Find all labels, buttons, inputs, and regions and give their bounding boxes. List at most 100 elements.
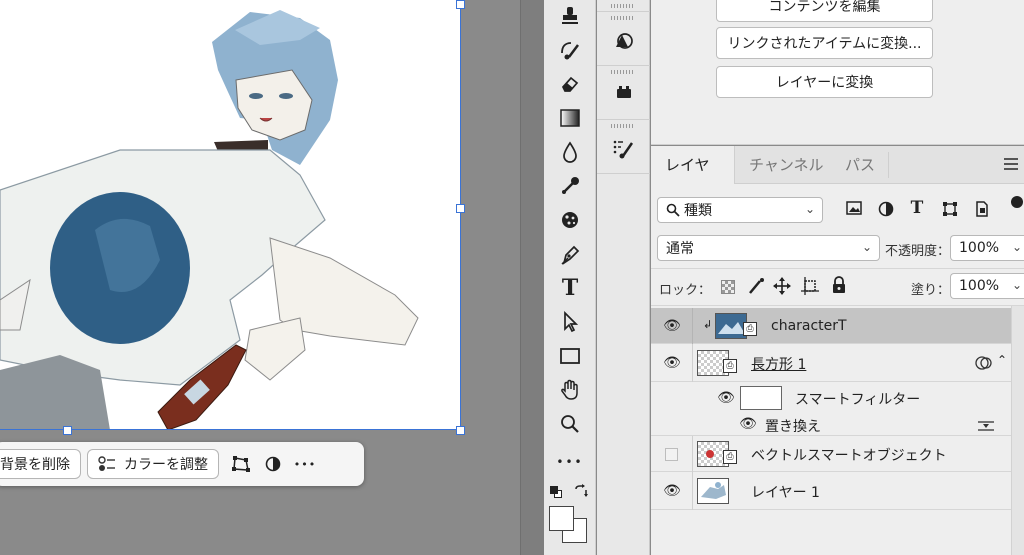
chevron-down-icon: ⌄: [1011, 278, 1022, 292]
lock-transparent-icon[interactable]: [721, 280, 735, 294]
fill-input[interactable]: 100% ⌄: [950, 273, 1024, 299]
fill-label: 塗り：: [911, 283, 951, 298]
libraries-panel-button[interactable]: [597, 66, 650, 120]
edit-toolbar-button[interactable]: •••: [554, 448, 586, 476]
filter-kind-select[interactable]: 種類 ⌄: [657, 197, 823, 223]
panel-grip[interactable]: [611, 16, 635, 20]
more-options-button[interactable]: •••: [289, 449, 321, 479]
dodge-tool-icon[interactable]: [554, 172, 586, 200]
panel-grip[interactable]: [611, 4, 635, 8]
filter-shape-icon[interactable]: [939, 201, 961, 221]
sponge-tool-icon[interactable]: [554, 206, 586, 234]
smart-filter-label[interactable]: スマートフィルター: [795, 389, 920, 409]
layer-thumbnail: [697, 478, 729, 504]
adjust-color-icon: [98, 456, 115, 471]
filter-adjustment-icon[interactable]: [875, 201, 897, 221]
pen-tool-icon[interactable]: [554, 240, 586, 268]
brush-settings-panel-button[interactable]: [597, 120, 650, 174]
layer-name[interactable]: ベクトルスマートオブジェクト: [751, 445, 947, 465]
transform-handle-top-right[interactable]: [456, 0, 465, 9]
path-selection-tool-icon[interactable]: [554, 308, 586, 336]
shapes-panel-button[interactable]: [597, 12, 650, 66]
convert-to-linked-button[interactable]: リンクされたアイテムに変換...: [716, 27, 933, 59]
chevron-up-icon[interactable]: ⌃: [997, 353, 1007, 367]
convert-to-layers-button[interactable]: レイヤーに変換: [716, 66, 933, 98]
tab-layers[interactable]: レイヤー: [651, 146, 735, 212]
fill-value: 100%: [959, 278, 1000, 294]
panel-grip[interactable]: [611, 70, 635, 74]
smart-filters-row[interactable]: 👁 スマートフィルター: [651, 382, 1011, 414]
layer-name[interactable]: レイヤー 1: [751, 482, 820, 502]
filter-pixel-icon[interactable]: [843, 201, 865, 219]
swap-colors-icon[interactable]: [574, 484, 588, 502]
zoom-tool-icon[interactable]: [554, 410, 586, 438]
canvas-area[interactable]: 背景を削除 カラーを調整 •••: [0, 0, 520, 555]
layer-name[interactable]: 長方形 1: [751, 354, 806, 374]
adjust-color-button[interactable]: カラーを調整: [87, 449, 219, 479]
tab-channels[interactable]: チャンネル: [735, 146, 838, 184]
visibility-eye-icon[interactable]: 👁: [717, 390, 735, 406]
lock-artboard-icon[interactable]: [801, 277, 819, 299]
lock-image-icon[interactable]: [747, 277, 765, 299]
layers-scrollbar[interactable]: [1011, 306, 1024, 555]
type-tool-icon[interactable]: T: [554, 274, 586, 302]
panel-grip[interactable]: [611, 124, 635, 128]
visibility-eye-icon[interactable]: 👁: [663, 483, 681, 499]
edit-contents-button[interactable]: コンテンツを編集: [716, 0, 933, 22]
opacity-label: 不透明度：: [885, 244, 951, 259]
filter-kind-value: 種類: [684, 203, 712, 219]
edit-toolbar-label: •••: [556, 455, 584, 469]
tools-bar: T •••: [544, 0, 596, 555]
layer-row-layer-1[interactable]: 👁 レイヤー 1: [651, 472, 1011, 510]
lock-position-icon[interactable]: [773, 277, 791, 299]
chevron-down-icon: ⌄: [804, 202, 815, 216]
transform-handle-bottom-middle[interactable]: [63, 426, 72, 435]
tab-paths-label: パス: [845, 156, 876, 174]
properties-panel: コンテンツを編集 リンクされたアイテムに変換... レイヤーに変換: [651, 0, 1024, 145]
remove-background-button[interactable]: 背景を削除: [0, 449, 81, 479]
filter-type-icon[interactable]: T: [906, 198, 928, 218]
search-icon: [666, 203, 680, 217]
collapsed-panels-column: [597, 0, 650, 555]
smart-object-badge-icon: ⎙: [723, 450, 737, 464]
brush-settings-icon: [597, 138, 650, 165]
visibility-toggle-off[interactable]: [665, 448, 678, 461]
stamp-tool-icon[interactable]: [554, 2, 586, 30]
blend-mode-value: 通常: [666, 241, 694, 257]
lock-label: ロック：: [659, 283, 712, 298]
visibility-eye-icon[interactable]: 👁: [663, 355, 681, 371]
transform-handle-bottom-right[interactable]: [456, 426, 465, 435]
foreground-color-swatch[interactable]: [549, 506, 574, 531]
rectangle-tool-icon[interactable]: [554, 342, 586, 370]
visibility-eye-icon[interactable]: 👁: [739, 416, 757, 432]
blend-mode-select[interactable]: 通常 ⌄: [657, 235, 880, 261]
opacity-input[interactable]: 100% ⌄: [950, 235, 1024, 261]
eraser-tool-icon[interactable]: [554, 70, 586, 98]
panel-menu-icon[interactable]: [1004, 158, 1018, 170]
displace-filter-row[interactable]: 👁 置き換え: [651, 414, 1011, 436]
transform-path-icon[interactable]: [225, 449, 257, 479]
row-divider: [692, 344, 693, 382]
adjustment-circle-icon[interactable]: [257, 449, 289, 479]
blending-options-icon[interactable]: [978, 420, 994, 432]
hand-tool-icon[interactable]: [554, 376, 586, 404]
chevron-down-icon: ⌄: [1011, 240, 1022, 254]
layer-row-vector-smart-object[interactable]: ⎙ ベクトルスマートオブジェクト: [651, 436, 1011, 472]
visibility-eye-icon[interactable]: 👁: [663, 318, 681, 334]
layer-row-rectangle[interactable]: 👁 ⎙ 長方形 1 ⌃: [651, 344, 1011, 382]
default-colors-icon[interactable]: [550, 486, 562, 498]
artboard[interactable]: [0, 0, 461, 430]
blur-tool-icon[interactable]: [554, 138, 586, 166]
layer-name[interactable]: characterT: [771, 318, 847, 334]
lock-all-icon[interactable]: [831, 276, 847, 298]
filter-name[interactable]: 置き換え: [765, 416, 821, 436]
smart-filter-indicator-icon[interactable]: [975, 355, 993, 371]
layer-row-charactert[interactable]: 👁 ↲ ⎙ characterT: [651, 308, 1011, 344]
gradient-tool-icon[interactable]: [554, 104, 586, 132]
tab-paths[interactable]: パス: [831, 146, 889, 184]
history-brush-tool-icon[interactable]: [554, 36, 586, 64]
filter-toggle-icon[interactable]: [1011, 196, 1023, 208]
transform-handle-middle-right[interactable]: [456, 204, 465, 213]
row-divider: [692, 472, 693, 510]
filter-smart-object-icon[interactable]: [971, 201, 993, 221]
